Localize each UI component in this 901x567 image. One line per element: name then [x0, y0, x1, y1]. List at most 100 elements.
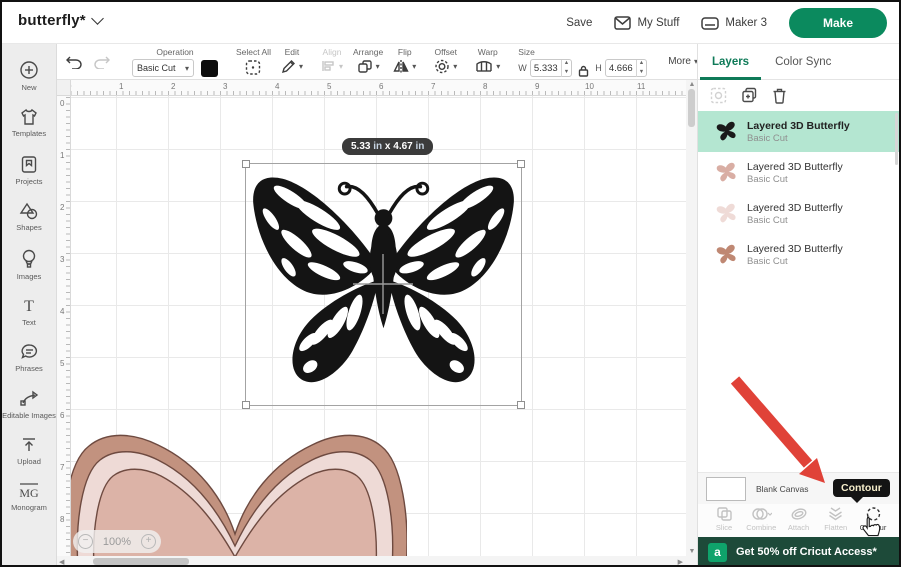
height-input[interactable]: [606, 63, 636, 74]
layer-thumbnail-black-butterfly: [714, 118, 740, 144]
scroll-right-icon[interactable]: ▶: [678, 558, 683, 566]
resize-handle-bottom-left[interactable]: [242, 401, 250, 409]
resize-handle-bottom-right[interactable]: [517, 401, 525, 409]
arrange-icon: [357, 59, 373, 74]
height-stepper[interactable]: ▲▼: [636, 60, 646, 77]
color-swatch[interactable]: [201, 60, 218, 77]
select-all-icon: [244, 59, 262, 76]
vertical-scroll-thumb[interactable]: [688, 89, 695, 127]
shapes-icon: [19, 202, 39, 220]
flatten-button[interactable]: Flatten: [818, 506, 854, 537]
slice-button[interactable]: Slice: [706, 506, 742, 537]
sidebar-item-monogram[interactable]: MG Monogram: [2, 476, 57, 518]
align-menu-button[interactable]: Align ▾: [316, 44, 348, 79]
edit-toolbar: Operation Basic Cut▾ Select All Edit ▾ A…: [57, 44, 697, 80]
width-input[interactable]: [531, 63, 561, 74]
warp-menu-button[interactable]: Warp ▾: [470, 44, 505, 79]
layer-thumbnail-pink-butterfly: [714, 159, 740, 185]
layer-row-2[interactable]: Layered 3D Butterfly Basic Cut: [698, 152, 899, 193]
vertical-scrollbar[interactable]: ▲ ▼: [686, 80, 697, 556]
group-icon[interactable]: [710, 87, 727, 104]
cricut-access-logo: a: [708, 543, 727, 562]
offset-menu-button[interactable]: Offset ▾: [429, 44, 462, 79]
attach-icon: [790, 506, 808, 522]
flip-menu-button[interactable]: Flip ▾: [388, 44, 421, 79]
redo-icon[interactable]: [93, 54, 111, 69]
resize-handle-top-left[interactable]: [242, 160, 250, 168]
svg-text:MG: MG: [19, 486, 39, 500]
text-icon: T: [20, 297, 38, 315]
warp-icon: [475, 59, 493, 73]
duplicate-icon[interactable]: [741, 87, 758, 104]
layer-row-1[interactable]: Layered 3D Butterfly Basic Cut: [698, 111, 899, 152]
save-button[interactable]: Save: [566, 17, 592, 29]
design-canvas[interactable]: 0 1 2 3 4 5 6 7 8 9 10 11 0 1 2 3 4 5 6 …: [57, 80, 697, 567]
ruler-corner: [57, 80, 71, 96]
chevron-down-icon: [91, 12, 104, 25]
attach-button[interactable]: Attach: [781, 506, 817, 537]
layer-row-3[interactable]: Layered 3D Butterfly Basic Cut: [698, 193, 899, 234]
cricut-access-banner[interactable]: a Get 50% off Cricut Access*: [698, 537, 899, 567]
sidebar-item-new[interactable]: New: [2, 54, 57, 98]
scroll-up-icon[interactable]: ▲: [689, 81, 696, 88]
offset-icon: [434, 59, 450, 74]
contour-tooltip: Contour: [833, 479, 890, 497]
selection-size-badge: 5.33 in x 4.67 in: [342, 138, 433, 155]
edit-menu-button[interactable]: Edit ▾: [276, 44, 308, 79]
my-stuff-button[interactable]: My Stuff: [614, 16, 679, 30]
project-title-menu[interactable]: butterfly*: [18, 12, 102, 29]
envelope-icon: [614, 16, 631, 30]
sidebar-item-projects[interactable]: Projects: [2, 149, 57, 192]
sidebar-item-upload[interactable]: Upload: [2, 430, 57, 472]
sidebar-item-shapes[interactable]: Shapes: [2, 196, 57, 238]
cricut-design-space-window: butterfly* Save My Stuff Maker 3 Make Ne…: [0, 0, 901, 567]
scroll-left-icon[interactable]: ◀: [59, 558, 64, 566]
make-button[interactable]: Make: [789, 8, 887, 38]
arrange-menu-button[interactable]: Arrange ▾: [348, 44, 388, 79]
vector-path-icon: [19, 390, 39, 408]
hot-air-balloon-icon: [20, 249, 38, 269]
zoom-out-button[interactable]: −: [78, 534, 93, 549]
sidebar-item-templates[interactable]: Templates: [2, 102, 57, 144]
machine-selector[interactable]: Maker 3: [701, 17, 767, 30]
tab-color-sync[interactable]: Color Sync: [775, 44, 831, 80]
layer-thumbnail-pale-pink-butterfly: [714, 200, 740, 226]
slice-icon: [716, 506, 733, 522]
zoom-in-button[interactable]: +: [141, 534, 156, 549]
resize-handle-top-right[interactable]: [517, 160, 525, 168]
width-stepper[interactable]: ▲▼: [561, 60, 571, 77]
layer-thumbnail-mauve-butterfly: [714, 241, 740, 267]
sidebar-item-phrases[interactable]: Phrases: [2, 337, 57, 379]
horizontal-scrollbar[interactable]: ◀ ▶: [57, 556, 697, 567]
header-bar: butterfly* Save My Stuff Maker 3 Make: [2, 2, 899, 44]
horizontal-scroll-thumb[interactable]: [93, 558, 189, 565]
operation-dropdown[interactable]: Basic Cut▾: [132, 59, 194, 77]
scroll-down-icon[interactable]: ▼: [689, 548, 696, 555]
speech-bubble-icon: [20, 343, 39, 361]
canvas-color-swatch[interactable]: [706, 477, 746, 501]
tab-layers[interactable]: Layers: [712, 44, 749, 80]
vertical-ruler: 0 1 2 3 4 5 6 7 8: [57, 80, 71, 567]
sidebar-item-editable-images[interactable]: Editable Images: [2, 384, 57, 426]
lock-icon[interactable]: [578, 65, 589, 77]
undo-icon[interactable]: [65, 54, 83, 69]
flip-icon: [393, 59, 409, 74]
monogram-icon: MG: [18, 482, 40, 500]
contour-icon: [865, 506, 882, 522]
clipboard-icon: [20, 155, 38, 174]
trash-icon[interactable]: [772, 87, 787, 104]
machine-icon: [701, 17, 719, 30]
panel-scroll-thumb[interactable]: [895, 113, 898, 165]
select-all-button[interactable]: Select All: [231, 44, 276, 79]
flatten-icon: [827, 506, 844, 522]
contour-button[interactable]: Contour: [855, 506, 891, 537]
sidebar-item-images[interactable]: Images: [2, 243, 57, 287]
svg-text:T: T: [24, 298, 34, 315]
width-input-box: ▲▼: [530, 59, 572, 77]
tshirt-icon: [19, 108, 39, 126]
sidebar-item-text[interactable]: T Text: [2, 291, 57, 333]
layer-row-4[interactable]: Layered 3D Butterfly Basic Cut: [698, 234, 899, 275]
center-crosshair: [353, 254, 413, 314]
zoom-control: − 100% +: [73, 530, 161, 553]
combine-button[interactable]: Combine: [743, 506, 779, 537]
